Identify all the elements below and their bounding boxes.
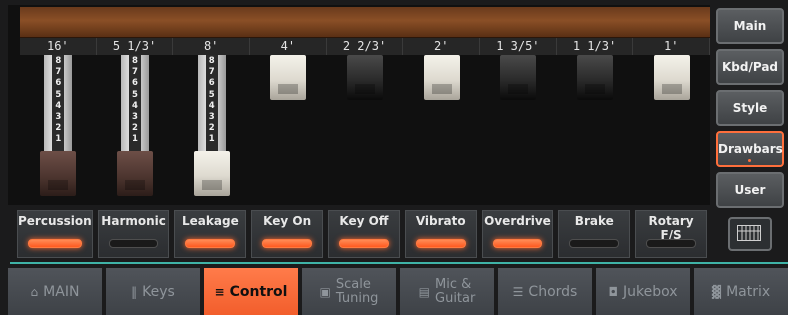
grid-icon: ▓ [711, 284, 722, 299]
sliders-icon: ≡ [214, 284, 225, 299]
tab-label: Control [229, 283, 288, 300]
switch-led [108, 239, 159, 248]
switch-led [339, 239, 389, 248]
switch-label: Key Off [339, 214, 389, 228]
scale-icon: ▣ [319, 284, 331, 299]
side-button-kbd-pad[interactable]: Kbd/Pad [716, 49, 784, 85]
switch-label: Percussion [18, 214, 92, 228]
keyboard-icon[interactable] [728, 217, 772, 251]
side-button-style[interactable]: Style [716, 90, 784, 126]
drawbar-scale: 87654321 [52, 55, 65, 151]
switch-label: Harmonic [101, 214, 166, 228]
tab-label: Scale Tuning [335, 276, 379, 306]
drawbar-knob[interactable] [193, 151, 230, 196]
drawbar-knob[interactable] [577, 55, 613, 100]
switch-vibrato[interactable]: Vibrato [404, 210, 477, 258]
wood-header [20, 7, 710, 39]
jukebox-icon: ◘ [608, 284, 618, 299]
drawbar-shaft: 87654321 [197, 55, 226, 151]
switch-led [28, 239, 82, 248]
drawbar-knob[interactable] [423, 55, 460, 100]
switch-label: Rotary F/S [648, 214, 694, 242]
tab-label: Mic & Guitar [435, 276, 476, 306]
tab-divider [10, 262, 788, 264]
footage-label: 2' [403, 38, 481, 55]
mic-icon: ▤ [418, 284, 430, 299]
tab-matrix[interactable]: ▓ Matrix [694, 268, 788, 315]
drawbar-shaft: 87654321 [44, 55, 73, 151]
footage-label: 5 1/3' [96, 38, 174, 55]
switch-rotary-f-s[interactable]: Rotary F/S [635, 210, 707, 258]
footage-label: 1' [633, 38, 711, 55]
switch-led [646, 239, 696, 248]
drawbar-scale: 87654321 [129, 55, 141, 151]
tab-scale[interactable]: ▣ Scale Tuning [302, 268, 396, 315]
side-button-main[interactable]: Main [716, 8, 784, 44]
switch-row: Percussion Harmonic Leakage Key On Key Off Vi… [17, 210, 707, 258]
switch-brake[interactable]: Brake [558, 210, 631, 258]
footage-label: 4' [250, 38, 327, 55]
tab-main[interactable]: ⌂ MAIN [8, 268, 102, 315]
footage-labels: 16' 5 1/3' 8' 4' 2 2/3' 2' 1 3/5' 1 1/3' 1' [20, 38, 711, 55]
switch-led [262, 239, 313, 248]
keys-icon: ‖ [131, 284, 138, 299]
footage-label: 1 1/3' [556, 38, 634, 55]
side-button-drawbars[interactable]: Drawbars [716, 131, 784, 167]
switch-label: Leakage [182, 214, 239, 228]
list-icon: ☰ [512, 284, 524, 299]
switch-label: Key On [263, 214, 312, 228]
side-button-user[interactable]: User [716, 172, 784, 208]
switch-overdrive[interactable]: Overdrive [481, 210, 554, 258]
switch-label: Vibrato [415, 214, 466, 228]
drawbar-knob[interactable] [270, 55, 307, 100]
tab-label: Matrix [726, 283, 771, 300]
drawbar-knob[interactable] [347, 55, 383, 100]
drawbar-scale: 87654321 [205, 55, 218, 151]
drawbar-panel: 16' 5 1/3' 8' 4' 2 2/3' 2' 1 3/5' 1 1/3' 1' 8765… [8, 5, 711, 205]
switch-harmonic[interactable]: Harmonic [97, 210, 170, 258]
tab-mic[interactable]: ▤ Mic & Guitar [400, 268, 494, 315]
switch-led [185, 239, 236, 248]
tab-label: Jukebox [622, 283, 678, 300]
drawbar-knob[interactable] [500, 55, 537, 100]
home-icon: ⌂ [30, 284, 39, 299]
footage-label: 1 3/5' [480, 38, 557, 55]
footage-label: 8' [173, 38, 251, 55]
footage-label: 2 2/3' [326, 38, 404, 55]
tab-label: MAIN [43, 283, 80, 300]
switch-key-off[interactable]: Key Off [328, 210, 400, 258]
drawbar-knob[interactable] [653, 55, 690, 100]
bottom-tabs: ⌂ MAIN ‖ Keys ≡ Control ▣ Scale Tuning ▤ Mic & Guit… [8, 268, 788, 315]
switch-key-on[interactable]: Key On [251, 210, 324, 258]
tab-keys[interactable]: ‖ Keys [106, 268, 200, 315]
tab-label: Keys [142, 283, 175, 300]
switch-percussion[interactable]: Percussion [17, 210, 93, 258]
switch-label: Overdrive [484, 214, 551, 228]
tab-control[interactable]: ≡ Control [204, 268, 298, 315]
footage-label: 16' [20, 38, 97, 55]
drawbar-shaft: 87654321 [121, 55, 149, 151]
switch-label: Brake [574, 214, 614, 228]
drawbar-knob[interactable] [117, 151, 153, 196]
switch-led [415, 239, 466, 248]
switch-led [492, 239, 543, 248]
side-menu: Main Kbd/Pad Style Drawbars User [716, 8, 784, 213]
drawbar-knob[interactable] [40, 151, 77, 196]
tab-jukebox[interactable]: ◘ Jukebox [596, 268, 690, 315]
tab-chords[interactable]: ☰ Chords [498, 268, 592, 315]
switch-leakage[interactable]: Leakage [174, 210, 247, 258]
tab-label: Chords [528, 283, 578, 300]
switch-led [569, 239, 620, 248]
